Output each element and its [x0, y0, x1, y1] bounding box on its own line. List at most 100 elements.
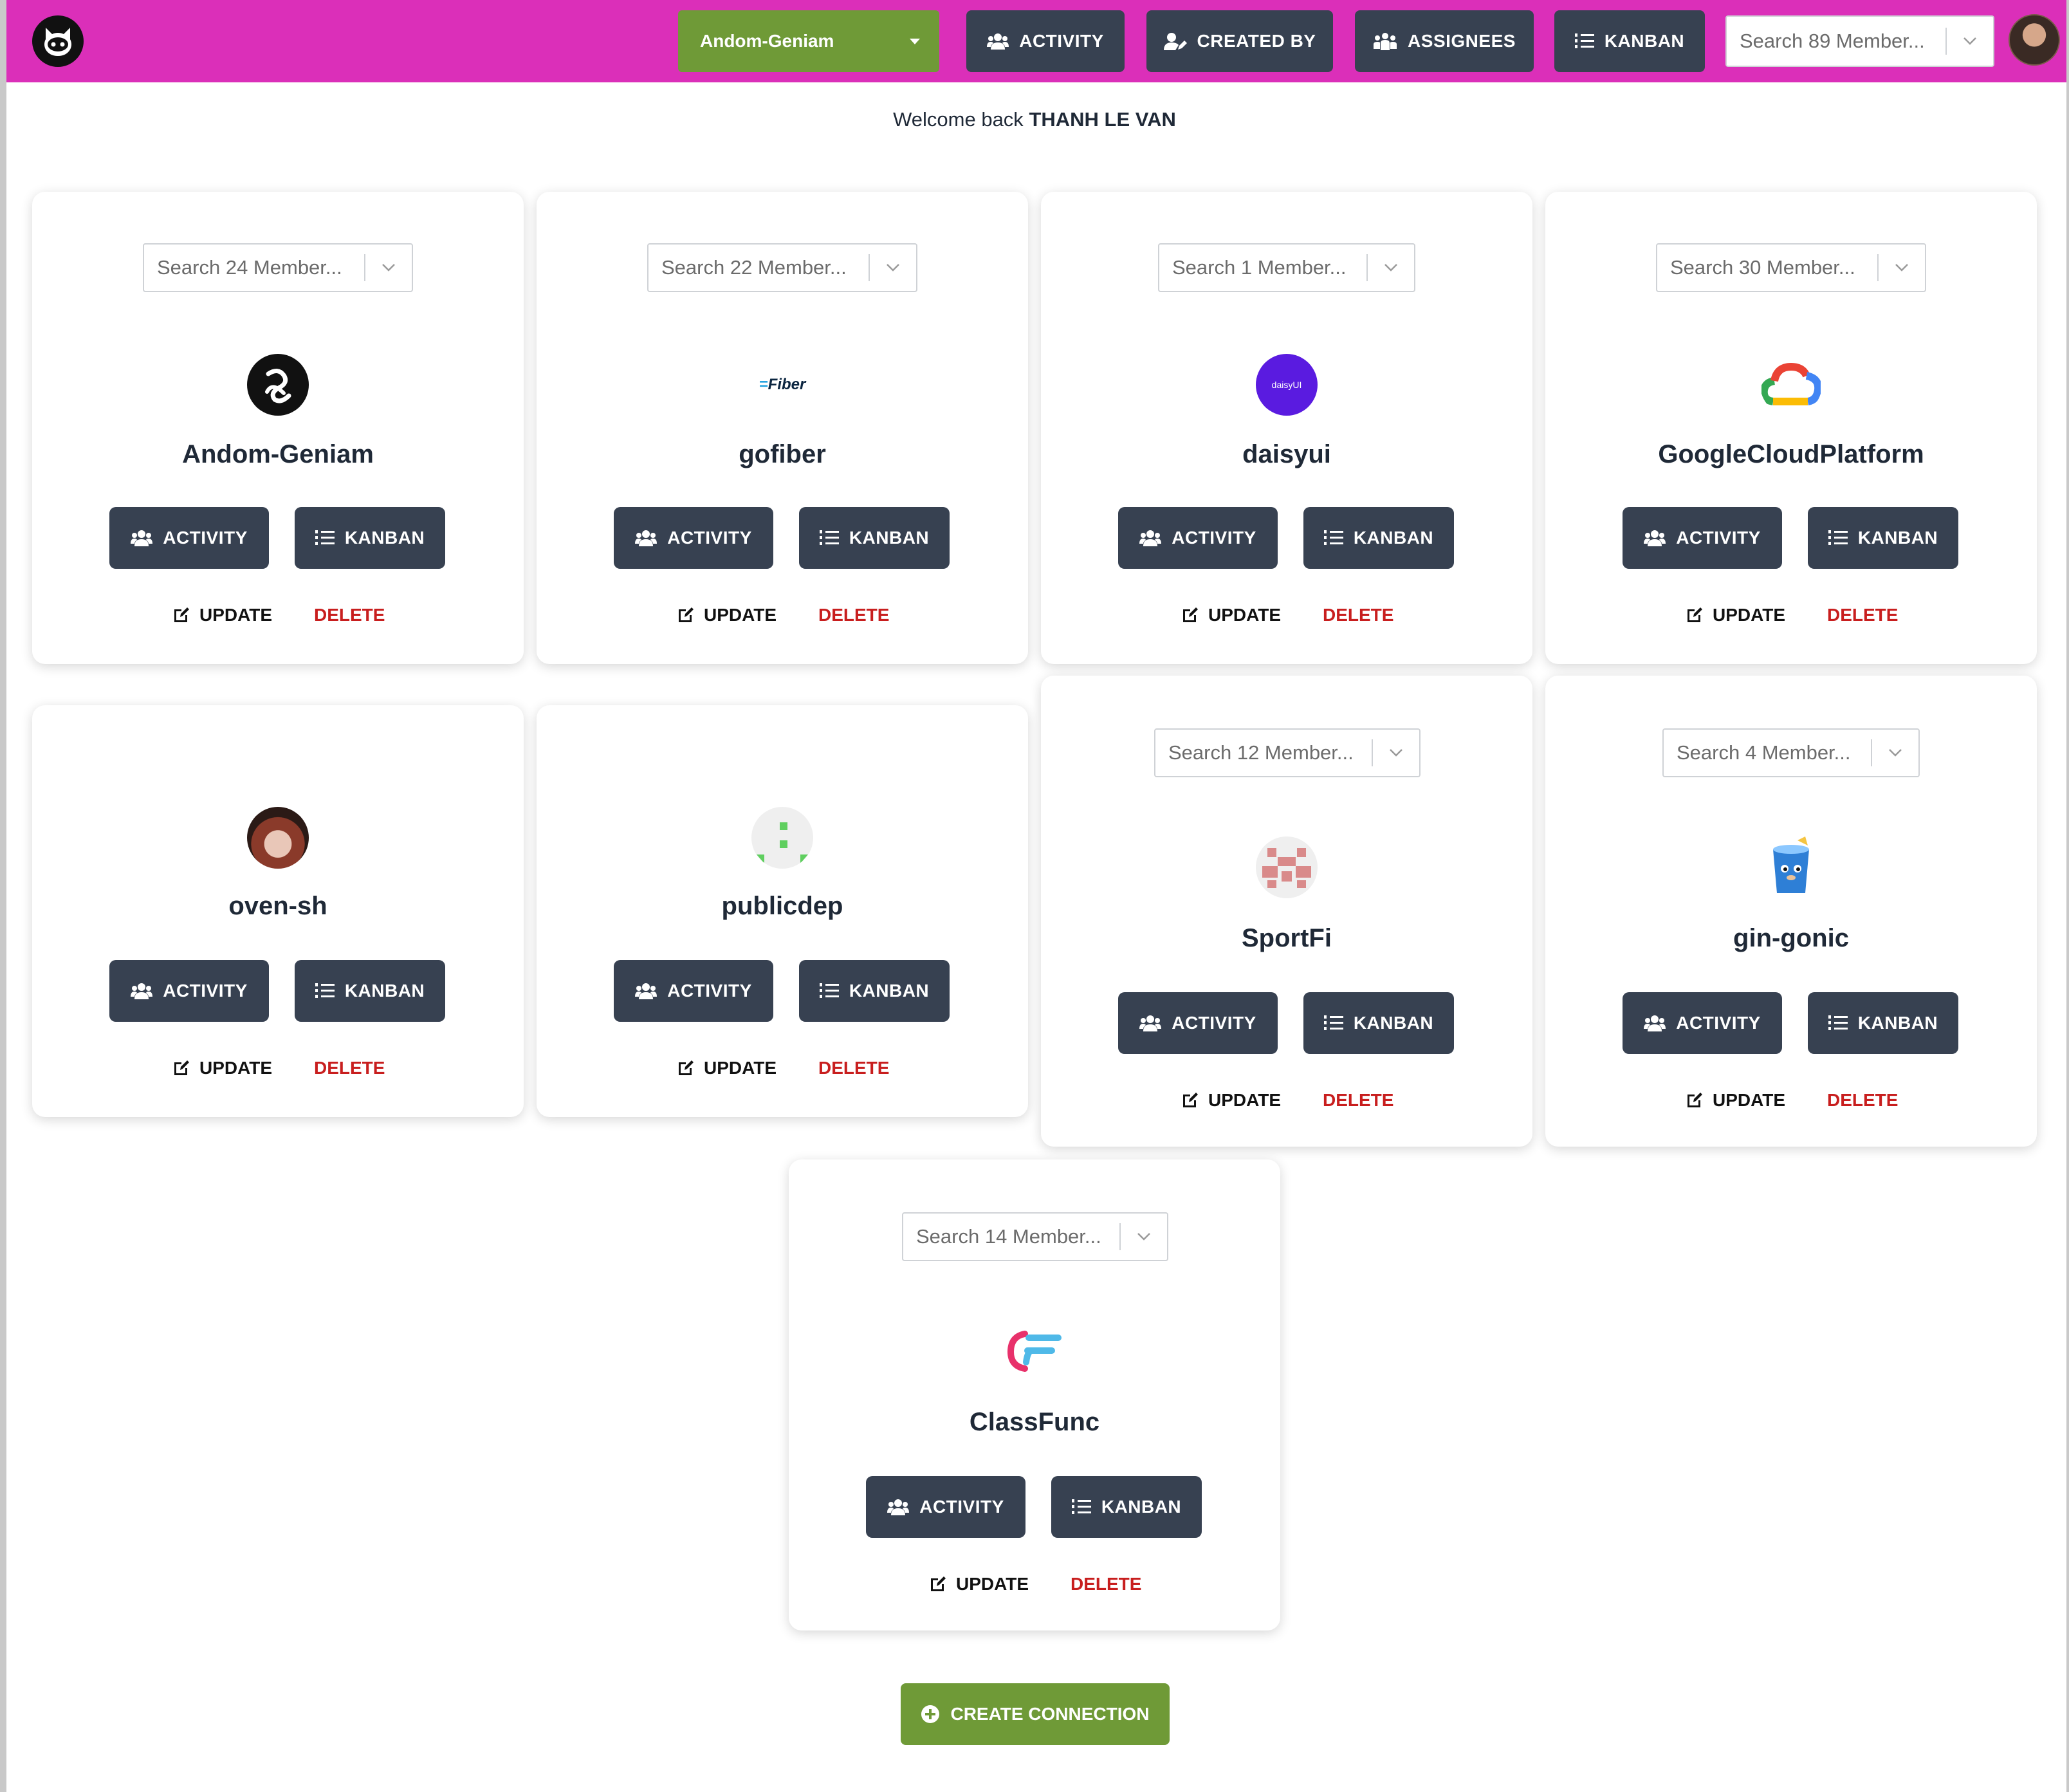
card-kanban-button[interactable]: KANBAN: [1303, 992, 1454, 1054]
card-member-search-placeholder: Search 14 Member...: [916, 1225, 1101, 1248]
card-member-search[interactable]: Search 14 Member...: [902, 1212, 1168, 1261]
org-card: Search 1 Member... daisyUI daisyui ACTIV…: [1041, 192, 1532, 664]
card-member-search[interactable]: Search 24 Member...: [143, 243, 413, 292]
card-kanban-button[interactable]: KANBAN: [799, 960, 950, 1022]
nav-kanban-label: KANBAN: [1604, 31, 1685, 51]
list-ordered-icon: [315, 530, 335, 545]
org-name: oven-sh: [228, 892, 327, 920]
card-update-link[interactable]: UPDATE: [172, 605, 272, 625]
card-member-search[interactable]: Search 30 Member...: [1656, 243, 1926, 292]
card-delete-label: DELETE: [314, 1058, 385, 1078]
card-kanban-label: KANBAN: [1353, 1013, 1434, 1033]
org-name: SportFi: [1242, 924, 1332, 952]
card-member-search-placeholder: Search 12 Member...: [1168, 741, 1354, 764]
card-delete-link[interactable]: DELETE: [818, 605, 889, 625]
card-kanban-button[interactable]: KANBAN: [1303, 507, 1454, 569]
chevron-down-icon[interactable]: [365, 263, 412, 272]
card-activity-button[interactable]: ACTIVITY: [109, 960, 269, 1022]
card-activity-button[interactable]: ACTIVITY: [866, 1476, 1025, 1538]
edit-icon: [1183, 1093, 1198, 1107]
card-kanban-button[interactable]: KANBAN: [1808, 507, 1958, 569]
card-delete-link[interactable]: DELETE: [1071, 1574, 1141, 1594]
andom-geniam-logo: [247, 354, 309, 416]
top-navbar: Andom-Geniam ACTIVITY CREATED BY ASSIGNE…: [6, 0, 2066, 82]
card-activity-button[interactable]: ACTIVITY: [1118, 992, 1278, 1054]
card-kanban-label: KANBAN: [1857, 1013, 1938, 1033]
card-update-link[interactable]: UPDATE: [172, 1058, 272, 1078]
card-activity-button[interactable]: ACTIVITY: [109, 507, 269, 569]
card-activity-button[interactable]: ACTIVITY: [1623, 992, 1782, 1054]
card-delete-link[interactable]: DELETE: [314, 605, 385, 625]
list-ordered-icon: [1323, 1015, 1343, 1030]
card-member-search-placeholder: Search 24 Member...: [157, 256, 342, 279]
org-card: Search 30 Member... GoogleCloudPlatform …: [1545, 192, 2037, 664]
chevron-down-icon[interactable]: [1872, 748, 1918, 757]
card-delete-link[interactable]: DELETE: [818, 1058, 889, 1078]
daisyui-logo: daisyUI: [1256, 354, 1318, 416]
card-delete-link[interactable]: DELETE: [1827, 605, 1898, 625]
organization-select[interactable]: Andom-Geniam: [678, 10, 939, 72]
card-activity-label: ACTIVITY: [1676, 1013, 1761, 1033]
nav-assignees-button[interactable]: ASSIGNEES: [1355, 10, 1534, 72]
create-connection-button[interactable]: CREATE CONNECTION: [901, 1683, 1170, 1745]
card-kanban-button[interactable]: KANBAN: [799, 507, 950, 569]
card-update-link[interactable]: UPDATE: [1686, 605, 1785, 625]
caret-down-icon: [910, 39, 920, 44]
card-kanban-button[interactable]: KANBAN: [295, 507, 445, 569]
card-delete-link[interactable]: DELETE: [1827, 1090, 1898, 1111]
nav-activity-button[interactable]: ACTIVITY: [966, 10, 1125, 72]
card-activity-button[interactable]: ACTIVITY: [614, 507, 773, 569]
chevron-down-icon[interactable]: [1373, 748, 1419, 757]
card-kanban-button[interactable]: KANBAN: [295, 960, 445, 1022]
card-activity-button[interactable]: ACTIVITY: [1118, 507, 1278, 569]
fiber-logo: =Fiber: [759, 376, 806, 393]
card-update-label: UPDATE: [199, 605, 273, 625]
users-icon: [1139, 530, 1162, 546]
github-cat-icon[interactable]: [32, 15, 84, 67]
publicdep-identicon: [751, 807, 813, 869]
card-delete-link[interactable]: DELETE: [1323, 1090, 1393, 1111]
card-update-link[interactable]: UPDATE: [677, 1058, 777, 1078]
card-activity-label: ACTIVITY: [1676, 528, 1761, 548]
chevron-down-icon[interactable]: [1879, 263, 1925, 272]
card-update-link[interactable]: UPDATE: [1181, 605, 1281, 625]
users-icon: [131, 530, 153, 546]
chevron-down-icon[interactable]: [1947, 37, 1993, 46]
nav-kanban-button[interactable]: KANBAN: [1554, 10, 1705, 72]
edit-icon: [1183, 607, 1198, 622]
chevron-down-icon[interactable]: [1368, 263, 1414, 272]
card-delete-link[interactable]: DELETE: [1323, 605, 1393, 625]
list-ordered-icon: [1071, 1499, 1091, 1514]
global-member-search[interactable]: Search 89 Member...: [1725, 15, 1994, 67]
fiber-logo-text: Fiber: [768, 376, 806, 393]
card-member-search[interactable]: Search 22 Member...: [647, 243, 917, 292]
card-update-link[interactable]: UPDATE: [929, 1574, 1029, 1594]
card-activity-button[interactable]: ACTIVITY: [1623, 507, 1782, 569]
edit-icon: [1687, 1093, 1702, 1107]
card-member-search[interactable]: Search 1 Member...: [1158, 243, 1415, 292]
card-update-link[interactable]: UPDATE: [677, 605, 777, 625]
card-delete-link[interactable]: DELETE: [314, 1058, 385, 1078]
card-kanban-button[interactable]: KANBAN: [1051, 1476, 1202, 1538]
create-connection-label: CREATE CONNECTION: [950, 1704, 1150, 1724]
org-card: Search 12 Member... SportFi ACTIVITY KAN…: [1041, 676, 1532, 1147]
card-update-link[interactable]: UPDATE: [1181, 1090, 1281, 1111]
people-group-icon: [1374, 33, 1397, 50]
welcome-message: Welcome back THANH LE VAN: [0, 108, 2069, 131]
card-update-label: UPDATE: [1208, 1090, 1282, 1110]
nav-created-by-button[interactable]: CREATED BY: [1146, 10, 1333, 72]
card-member-search[interactable]: Search 4 Member...: [1662, 728, 1920, 777]
card-activity-button[interactable]: ACTIVITY: [614, 960, 773, 1022]
card-activity-label: ACTIVITY: [667, 981, 752, 1001]
card-delete-label: DELETE: [1827, 605, 1899, 625]
card-member-search[interactable]: Search 12 Member...: [1154, 728, 1421, 777]
card-delete-label: DELETE: [818, 1058, 890, 1078]
chevron-down-icon[interactable]: [870, 263, 916, 272]
card-update-label: UPDATE: [199, 1058, 273, 1078]
card-kanban-button[interactable]: KANBAN: [1808, 992, 1958, 1054]
org-card: Search 4 Member... gin-gonic ACTIVITY KA…: [1545, 676, 2037, 1147]
card-update-link[interactable]: UPDATE: [1686, 1090, 1785, 1111]
user-avatar[interactable]: [2009, 14, 2060, 66]
google-cloud-logo: [1760, 354, 1822, 416]
chevron-down-icon[interactable]: [1121, 1232, 1167, 1241]
